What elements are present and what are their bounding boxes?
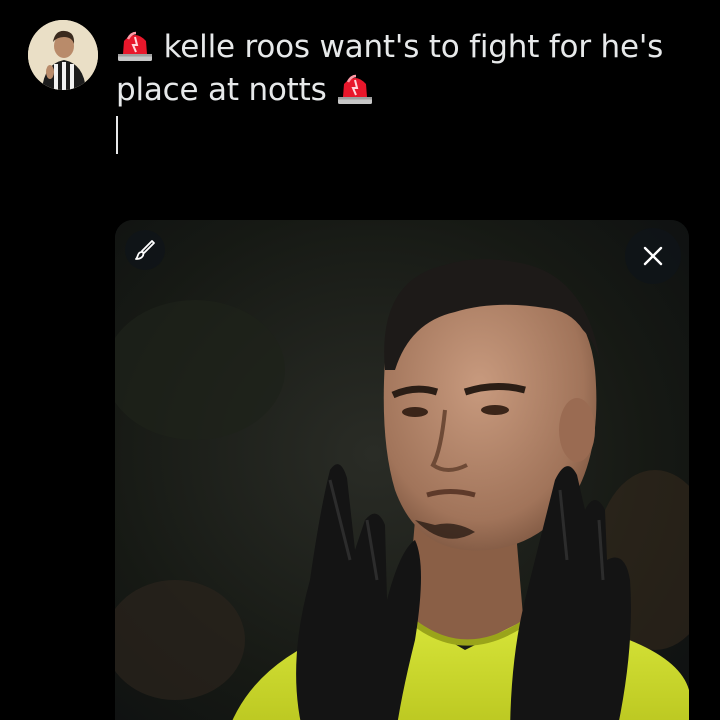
siren-emoji-icon — [118, 31, 152, 61]
text-line-1-content: kelle roos want's to fight for he's — [163, 29, 664, 65]
text-cursor — [116, 116, 118, 154]
tweet-text-input[interactable]: kelle roos want's to fight for he's plac… — [116, 26, 706, 112]
text-line-1: kelle roos want's to fight for he's — [116, 26, 706, 69]
goalkeeper-photo — [115, 220, 689, 720]
text-line-2-content: place at notts — [116, 72, 327, 108]
siren-emoji-icon — [338, 74, 373, 104]
remove-image-button[interactable] — [625, 228, 681, 284]
attached-image[interactable] — [115, 220, 689, 720]
pencil-brush-icon — [135, 240, 155, 260]
avatar-image — [28, 20, 98, 90]
avatar[interactable] — [28, 20, 98, 90]
edit-image-button[interactable] — [125, 230, 165, 270]
text-line-2: place at notts — [116, 69, 706, 112]
close-icon — [643, 246, 663, 266]
compose-screen: kelle roos want's to fight for he's plac… — [0, 0, 720, 720]
